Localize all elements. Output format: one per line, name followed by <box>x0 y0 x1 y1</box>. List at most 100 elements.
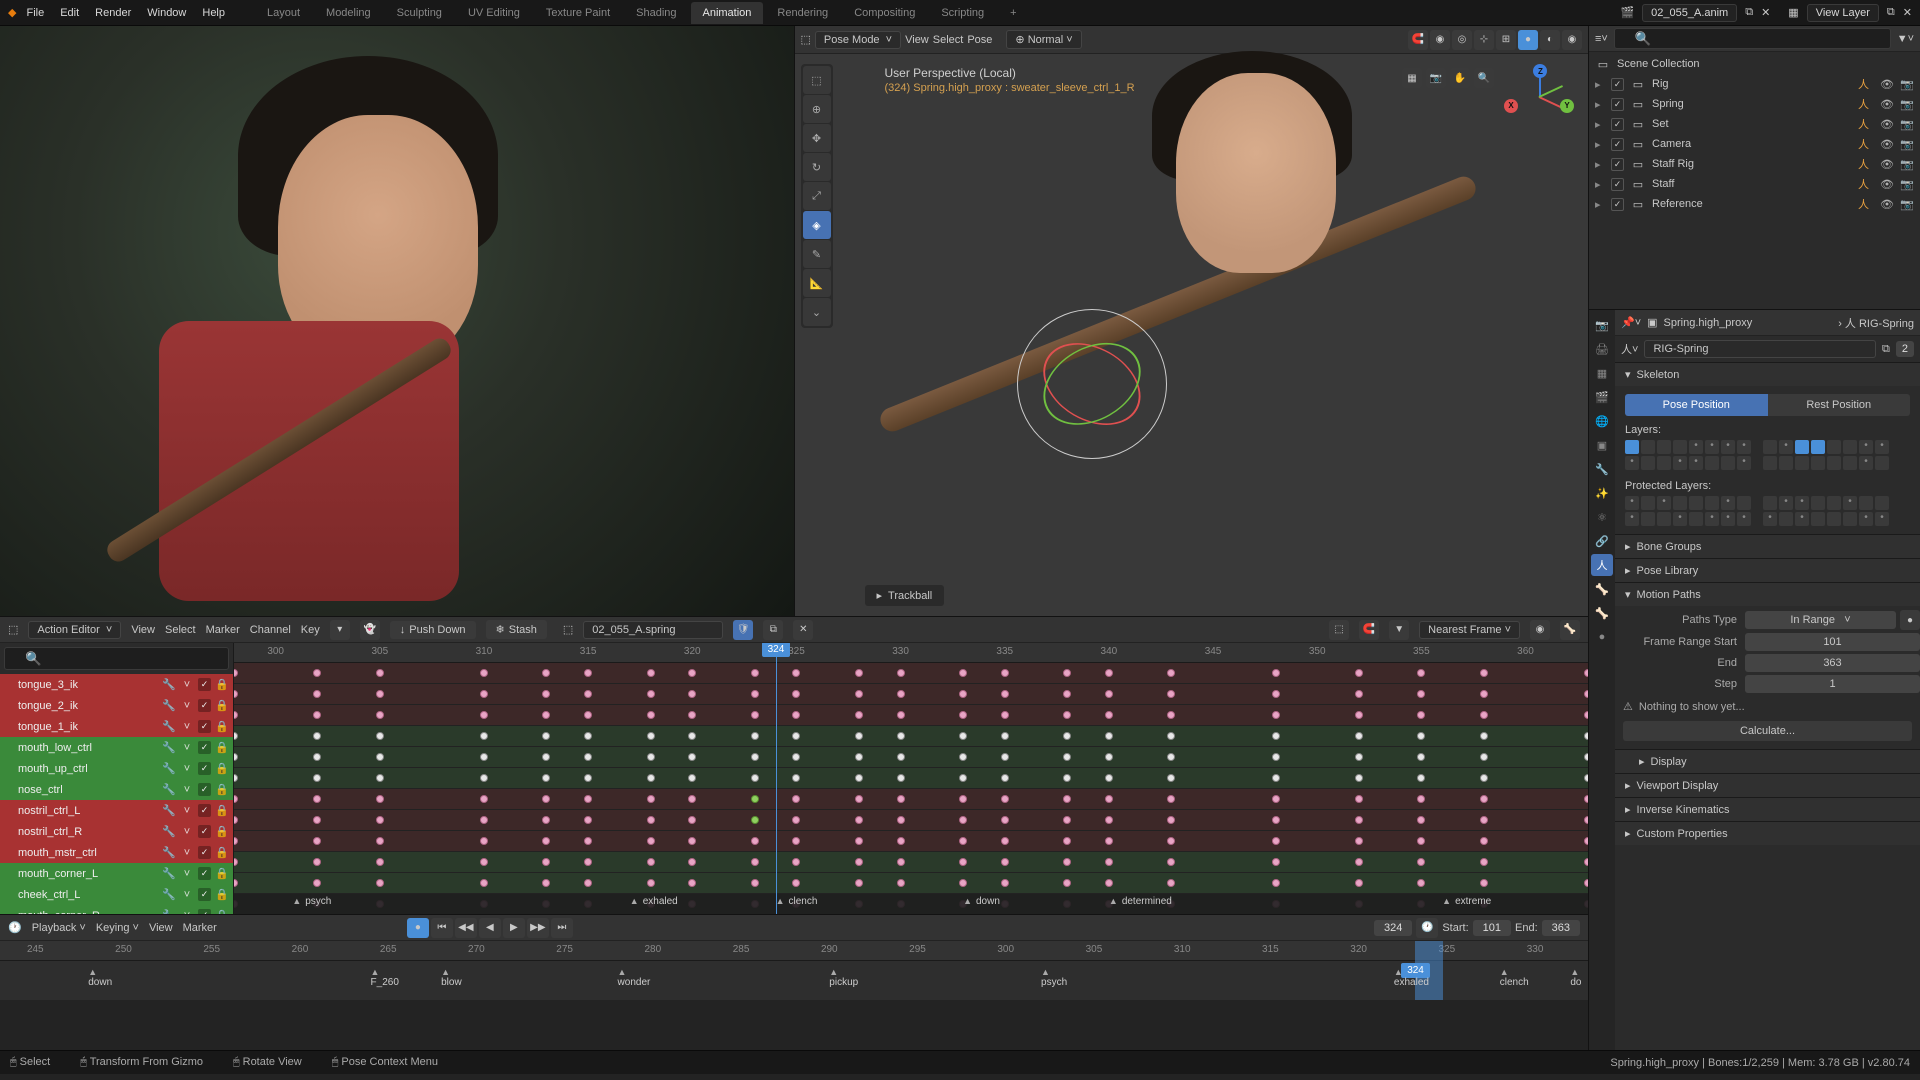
layer-cell[interactable] <box>1859 440 1873 454</box>
visibility-icon[interactable]: 👁 <box>1880 97 1894 111</box>
chevron-icon[interactable]: ˅ <box>180 804 194 818</box>
workspace-tab-sculpting[interactable]: Sculpting <box>385 2 454 24</box>
tool-cursor[interactable]: ⊕ <box>803 95 831 123</box>
tab-object[interactable]: ▣ <box>1591 434 1613 456</box>
keyframe[interactable] <box>751 837 759 845</box>
layer-cell[interactable] <box>1827 496 1841 510</box>
layer-cell[interactable] <box>1811 496 1825 510</box>
keyframe[interactable] <box>855 816 863 824</box>
menu-help[interactable]: Help <box>202 7 225 19</box>
layer-cell[interactable] <box>1827 456 1841 470</box>
outliner-item[interactable]: ▸✓▭Camera人👁📷 <box>1589 134 1920 154</box>
keyframe[interactable] <box>1272 774 1280 782</box>
action-name[interactable]: 02_055_A.spring <box>583 621 723 639</box>
marker[interactable]: extreme <box>1442 896 1491 907</box>
keyframe[interactable] <box>855 669 863 677</box>
keyframe[interactable] <box>1167 879 1175 887</box>
keyframe[interactable] <box>792 690 800 698</box>
channel-row[interactable]: mouth_corner_R🔧˅✓🔒 <box>0 905 233 914</box>
layer-cell[interactable] <box>1843 496 1857 510</box>
keyframe[interactable] <box>1584 816 1588 824</box>
keyframe[interactable] <box>792 669 800 677</box>
keyframe[interactable] <box>542 690 550 698</box>
timeline-marker[interactable]: psych <box>1041 967 1067 988</box>
keyframe[interactable] <box>313 732 321 740</box>
keyframe[interactable] <box>584 837 592 845</box>
keyframe[interactable] <box>1584 711 1588 719</box>
keyframe[interactable] <box>480 837 488 845</box>
visibility-icon[interactable]: 👁 <box>1880 137 1894 151</box>
menu-file[interactable]: File <box>26 7 44 19</box>
keyframe[interactable] <box>1480 732 1488 740</box>
layer-cell[interactable] <box>1625 496 1639 510</box>
tab-viewlayer[interactable]: ▦ <box>1591 362 1613 384</box>
mute-checkbox[interactable]: ✓ <box>198 678 211 691</box>
autokey-button[interactable]: ● <box>407 918 429 938</box>
vp-menu-view[interactable]: View <box>905 34 929 46</box>
keyframe[interactable] <box>376 774 384 782</box>
overlay-icon[interactable]: ◎ <box>1452 30 1472 50</box>
keyframe[interactable] <box>751 690 759 698</box>
chevron-icon[interactable]: ˅ <box>180 846 194 860</box>
keyframe[interactable] <box>234 774 238 782</box>
start-frame[interactable]: 101 <box>1473 920 1511 936</box>
keyframe[interactable] <box>480 669 488 677</box>
keyframe[interactable] <box>480 816 488 824</box>
layer-cell[interactable] <box>1795 496 1809 510</box>
ae-menu-marker[interactable]: Marker <box>206 624 240 636</box>
layer-cell[interactable] <box>1779 496 1793 510</box>
keyframe[interactable] <box>480 858 488 866</box>
layer-cell[interactable] <box>1737 496 1751 510</box>
shading-render-icon[interactable]: ◉ <box>1562 30 1582 50</box>
expand-icon[interactable]: ▸ <box>1595 98 1605 111</box>
wrench-icon[interactable]: 🔧 <box>162 678 176 692</box>
keyframe[interactable] <box>959 774 967 782</box>
keyframe[interactable] <box>647 858 655 866</box>
keyframe[interactable] <box>647 879 655 887</box>
keyframe[interactable] <box>1584 690 1588 698</box>
keyframe[interactable] <box>1272 732 1280 740</box>
outliner-item[interactable]: ▸✓▭Spring人👁📷 <box>1589 94 1920 114</box>
keyframe[interactable] <box>313 879 321 887</box>
layer-cell[interactable] <box>1859 496 1873 510</box>
keyframe[interactable] <box>792 711 800 719</box>
dopesheet[interactable]: 300305310315320325330335340345350355360 … <box>234 643 1588 914</box>
viewlayer-delete-icon[interactable]: ✕ <box>1903 6 1912 19</box>
chevron-icon[interactable]: ˅ <box>180 678 194 692</box>
wrench-icon[interactable]: 🔧 <box>162 909 176 915</box>
channel-row[interactable]: mouth_corner_L🔧˅✓🔒 <box>0 863 233 884</box>
keyframe[interactable] <box>376 732 384 740</box>
layer-cell[interactable] <box>1673 456 1687 470</box>
keyframe[interactable] <box>584 816 592 824</box>
chevron-icon[interactable]: ˅ <box>180 762 194 776</box>
enable-checkbox[interactable]: ✓ <box>1611 158 1624 171</box>
mute-checkbox[interactable]: ✓ <box>198 783 211 796</box>
keyframe[interactable] <box>1272 753 1280 761</box>
timeline-marker[interactable]: pickup <box>829 967 858 988</box>
layer-cell[interactable] <box>1689 456 1703 470</box>
keyframe[interactable] <box>1355 837 1363 845</box>
marker[interactable]: down <box>963 896 1000 907</box>
enable-checkbox[interactable]: ✓ <box>1611 178 1624 191</box>
keyframe[interactable] <box>1105 690 1113 698</box>
layer-cell[interactable] <box>1779 440 1793 454</box>
keyframe[interactable] <box>959 795 967 803</box>
keyframe[interactable] <box>1105 858 1113 866</box>
layer-cell[interactable] <box>1843 512 1857 526</box>
keyframe[interactable] <box>313 753 321 761</box>
custom-props-panel[interactable]: ▸ Custom Properties <box>1615 822 1920 845</box>
menu-window[interactable]: Window <box>147 7 186 19</box>
action-icon[interactable]: ⬚ <box>563 623 573 636</box>
range-start[interactable]: 101 <box>1745 633 1920 651</box>
lock-icon[interactable]: 🔒 <box>215 783 229 797</box>
render-icon[interactable]: 📷 <box>1900 97 1914 111</box>
mode-selector[interactable]: Pose Mode ˅ <box>815 31 901 49</box>
layer-cell[interactable] <box>1721 456 1735 470</box>
layer-cell[interactable] <box>1641 456 1655 470</box>
tool-select[interactable]: ⬚ <box>803 66 831 94</box>
keyframe[interactable] <box>1167 837 1175 845</box>
scene-selector[interactable]: 02_055_A.anim <box>1642 4 1737 22</box>
layer-cell[interactable] <box>1657 456 1671 470</box>
keyframe[interactable] <box>1584 753 1588 761</box>
keyframe[interactable] <box>1167 690 1175 698</box>
